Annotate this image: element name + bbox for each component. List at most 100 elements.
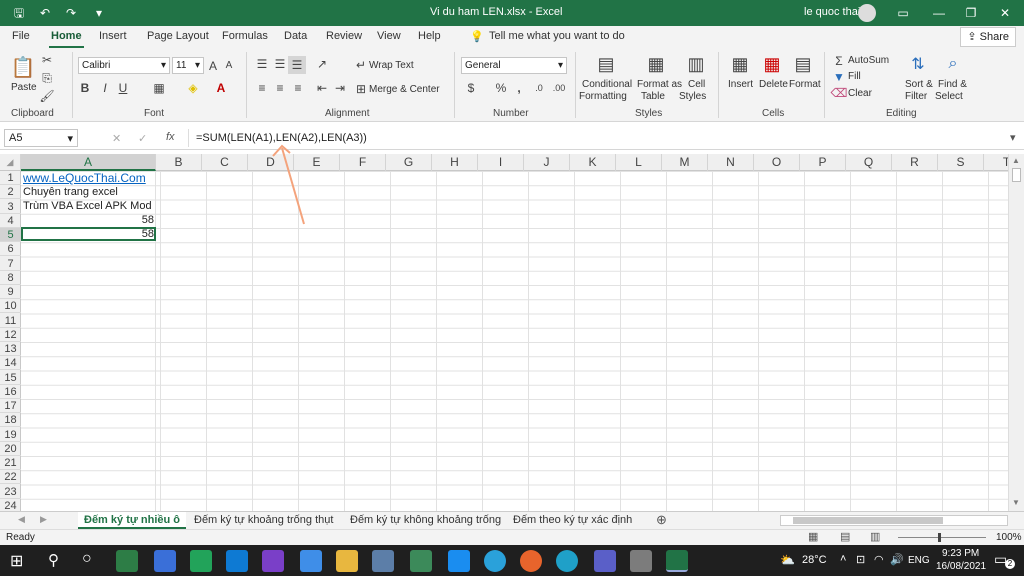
row-header-3[interactable]: 3 [0, 200, 21, 214]
user-name[interactable]: le quoc thai [804, 6, 860, 18]
row-header-7[interactable]: 7 [0, 257, 21, 271]
column-header-m[interactable]: M [662, 154, 708, 171]
zalo-icon[interactable] [448, 550, 470, 572]
autosum-button[interactable]: AutoSum [848, 55, 889, 66]
borders-icon[interactable]: ▦ [150, 80, 168, 96]
row-header-18[interactable]: 18 [0, 413, 21, 428]
h-scroll-thumb[interactable] [793, 517, 943, 524]
italic-button[interactable]: I [98, 80, 112, 96]
cell-a3[interactable]: Trùm VBA Excel APK Mod [23, 199, 152, 213]
row-header-23[interactable]: 23 [0, 485, 21, 499]
weather-icon[interactable]: ⛅ [780, 553, 795, 567]
column-header-h[interactable]: H [432, 154, 478, 171]
close-icon[interactable]: ✕ [996, 4, 1014, 22]
taskbar-app-icon[interactable] [190, 550, 212, 572]
next-sheet-icon[interactable]: ▶ [40, 514, 47, 525]
vertical-scrollbar[interactable]: ▲ ▼ [1008, 154, 1024, 511]
show-hidden-icons[interactable]: ˄ [840, 553, 846, 565]
row-header-20[interactable]: 20 [0, 442, 21, 456]
increase-indent-icon[interactable]: ⇥ [332, 80, 348, 96]
column-header-l[interactable]: L [616, 154, 662, 171]
merge-center-button[interactable]: Merge & Center [369, 84, 440, 95]
bold-button[interactable]: B [78, 80, 92, 96]
taskbar-app-icon[interactable] [410, 550, 432, 572]
fill-color-icon[interactable]: ◈ [184, 80, 202, 96]
sheet-tab-4[interactable]: Đếm theo ký tự xác định [507, 512, 638, 529]
row-header-17[interactable]: 17 [0, 399, 21, 413]
number-format-select[interactable]: General ▾ [461, 57, 567, 74]
tab-home[interactable]: Home [49, 30, 84, 48]
column-header-q[interactable]: Q [846, 154, 892, 171]
clock-time[interactable]: 9:23 PM [942, 548, 979, 559]
format-as-table-line2[interactable]: Table [641, 91, 665, 102]
underline-button[interactable]: U [116, 80, 130, 96]
file-explorer-icon[interactable] [336, 550, 358, 572]
tab-data[interactable]: Data [284, 30, 307, 42]
decrease-decimal-icon[interactable]: .00 [550, 80, 568, 96]
cell-a1[interactable]: www.LeQuocThai.Com [23, 171, 146, 185]
row-header-6[interactable]: 6 [0, 242, 21, 257]
windows-start-icon[interactable]: ⊞ [10, 551, 23, 571]
name-box[interactable]: A5 ▾ [4, 129, 78, 147]
row-header-2[interactable]: 2 [0, 185, 21, 200]
column-header-g[interactable]: G [386, 154, 432, 171]
ribbon-display-icon[interactable]: ▭ [894, 4, 912, 22]
taskbar-app-icon[interactable] [300, 550, 322, 572]
row-header-15[interactable]: 15 [0, 371, 21, 385]
font-color-icon[interactable]: A [212, 80, 230, 96]
volume-icon[interactable]: 🔊 [890, 553, 904, 566]
row-header-1[interactable]: 1 [0, 171, 21, 185]
column-header-n[interactable]: N [708, 154, 754, 171]
row-header-11[interactable]: 11 [0, 314, 21, 328]
normal-view-icon[interactable]: ▦ [808, 530, 818, 543]
row-header-16[interactable]: 16 [0, 385, 21, 399]
telegram-icon[interactable] [484, 550, 506, 572]
undo-icon[interactable]: ↶ [36, 4, 54, 22]
copy-icon[interactable]: ⎘ [40, 71, 54, 85]
language-indicator[interactable]: ENG [908, 555, 930, 566]
row-header-14[interactable]: 14 [0, 356, 21, 371]
conditional-formatting-line1[interactable]: Conditional [582, 79, 632, 90]
row-header-8[interactable]: 8 [0, 271, 21, 285]
expand-formula-icon[interactable]: ▾ [1010, 131, 1016, 144]
format-painter-icon[interactable]: 🖌 [39, 89, 54, 103]
column-header-i[interactable]: I [478, 154, 524, 171]
column-header-c[interactable]: C [202, 154, 248, 171]
scroll-down-icon[interactable]: ▼ [1012, 498, 1020, 507]
scroll-up-icon[interactable]: ▲ [1012, 156, 1020, 165]
delete-button[interactable]: Delete [759, 79, 788, 90]
decrease-font-icon[interactable]: A [222, 57, 236, 74]
row-header-4[interactable]: 4 [0, 214, 21, 228]
horizontal-scrollbar[interactable] [780, 515, 1008, 526]
align-center-icon[interactable]: ≡ [272, 80, 288, 96]
format-as-table-line1[interactable]: Format as [637, 79, 682, 90]
taskbar-app-icon[interactable] [372, 550, 394, 572]
excel-taskbar-icon[interactable] [666, 550, 688, 572]
wrap-text-button[interactable]: Wrap Text [369, 60, 414, 71]
row-header-13[interactable]: 13 [0, 342, 21, 356]
row-header-12[interactable]: 12 [0, 328, 21, 342]
scroll-thumb[interactable] [1012, 168, 1021, 182]
clear-button[interactable]: Clear [848, 88, 872, 99]
column-header-p[interactable]: P [800, 154, 846, 171]
column-header-f[interactable]: F [340, 154, 386, 171]
task-view-icon[interactable]: ○ [82, 550, 92, 568]
tab-page-layout[interactable]: Page Layout [147, 30, 209, 42]
sheet-tab-3[interactable]: Đếm ký tự không khoảng trống [344, 512, 507, 529]
orientation-icon[interactable]: ↗ [314, 56, 330, 72]
cell-a2[interactable]: Chuyên trang excel [23, 185, 118, 199]
sort-filter-line1[interactable]: Sort & [905, 79, 933, 90]
taskbar-app-icon[interactable] [116, 550, 138, 572]
network-icon[interactable]: ⊡ [856, 553, 865, 566]
column-header-j[interactable]: J [524, 154, 570, 171]
zoom-slider-thumb[interactable] [938, 533, 941, 542]
enter-icon[interactable]: ✓ [138, 132, 147, 145]
select-all-corner[interactable]: ◢ [0, 154, 21, 171]
paste-icon[interactable]: 📋 [10, 54, 36, 80]
share-button[interactable]: ⇪ Share [960, 27, 1016, 47]
avatar[interactable] [858, 4, 876, 22]
column-header-b[interactable]: B [156, 154, 202, 171]
tab-view[interactable]: View [377, 30, 401, 42]
increase-font-icon[interactable]: A [206, 57, 220, 74]
tab-file[interactable]: File [12, 30, 30, 42]
